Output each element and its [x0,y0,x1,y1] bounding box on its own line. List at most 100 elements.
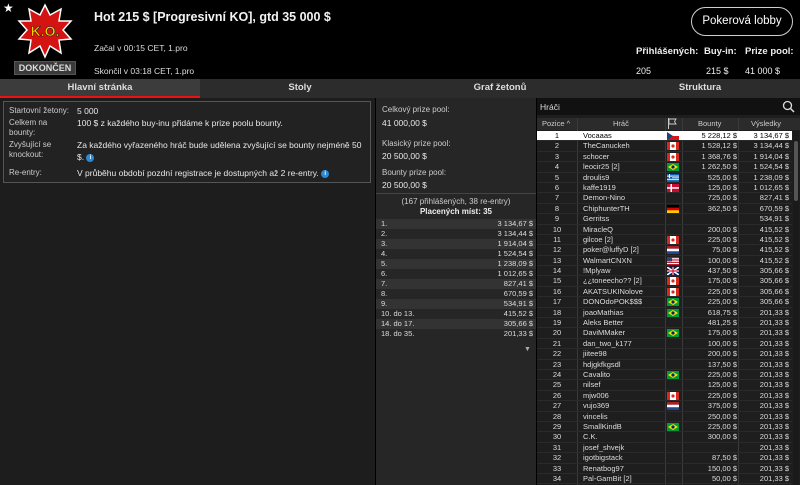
player-position: 26 [552,390,562,400]
flag-icon [667,361,679,369]
player-bounty: 525,00 $ [707,172,737,182]
player-position: 5 [554,172,560,182]
payout-row: 2. 3 134,44 $ [376,229,536,239]
payout-row: 1. 3 134,67 $ [376,219,536,229]
player-name: ¿¿toneecho?? [2] [583,276,642,286]
table-row[interactable]: 16 AKATSUKINolove 225,00 $ 305,66 $ [537,286,792,298]
table-row[interactable]: 9 Gerritss 534,91 $ [537,214,792,225]
tab-tables[interactable]: Stoly [200,79,400,98]
player-name: DaviMMaker [583,328,626,338]
player-name: Demon-Nino [583,193,626,203]
player-result: 3 134,44 $ [753,141,789,151]
player-name: Pal-GamBit [2] [583,473,632,483]
table-row[interactable]: 29 SmallKindB 225,00 $ 201,33 $ [537,422,792,433]
table-row[interactable]: 7 Demon-Nino 725,00 $ 827,41 $ [537,193,792,204]
player-position: 16 [552,286,562,296]
bounty-pool-label: Bounty prize pool: [382,168,447,177]
table-row[interactable]: 30 C.K. 300,00 $ 201,33 $ [537,432,792,443]
player-bounty: 300,00 $ [707,432,737,442]
table-row[interactable]: 1 Vocaaas 5 228,12 $ 3 134,67 $ [537,131,792,142]
player-bounty: 100,00 $ [707,255,737,265]
table-row[interactable]: 20 DaviMMaker 175,00 $ 201,33 $ [537,328,792,339]
player-result: 415,52 $ [759,255,789,265]
ca-flag-icon [667,235,679,244]
table-row[interactable]: 32 igotbigstack 87,50 $ 201,33 $ [537,453,792,464]
nl-flag-icon [667,246,679,255]
header-results[interactable]: Výsledky [751,119,781,128]
player-name: joaoMathias [583,307,624,317]
table-row[interactable]: 28 vincelis 250,00 $ 201,33 $ [537,412,792,422]
payout-place: 9. [381,299,388,308]
search-icon[interactable] [782,100,795,113]
table-row[interactable]: 33 Renatbog97 150,00 $ 201,33 $ [537,464,792,474]
table-row[interactable]: 31 josef_shvejk 201,33 $ [537,442,792,454]
table-row[interactable]: 8 ChiphunterTH 362,50 $ 670,59 $ [537,203,792,215]
player-bounty: 362,50 $ [707,203,737,213]
table-row[interactable]: 4 leocir25 [2] 1 262,50 $ 1 524,54 $ [537,162,792,173]
scroll-thumb[interactable] [794,141,798,201]
table-row[interactable]: 21 dan_two_k177 100,00 $ 201,33 $ [537,339,792,350]
player-bounty: 437,50 $ [707,266,737,276]
table-row[interactable]: 18 joaoMathias 618,75 $ 201,33 $ [537,307,792,319]
player-search-input[interactable] [540,100,780,113]
player-position: 1 [554,131,560,140]
header-position[interactable]: Pozice ^ [542,119,570,128]
player-position: 6 [554,182,560,192]
flag-icon [667,465,679,473]
player-bounty: 375,00 $ [707,401,737,411]
table-row[interactable]: 26 mjw006 225,00 $ 201,33 $ [537,390,792,402]
table-row[interactable]: 10 MiracleQ 200,00 $ 415,52 $ [537,225,792,235]
payout-row: 4. 1 524,54 $ [376,249,536,259]
table-row[interactable]: 5 droulis9 525,00 $ 1 238,09 $ [537,173,792,183]
info-icon[interactable]: i [86,153,95,162]
table-row[interactable]: 6 kaffe1919 125,00 $ 1 012,65 $ [537,182,792,194]
player-result: 201,33 $ [759,328,789,338]
table-row[interactable]: 17 DONOdoPOK$$$ 225,00 $ 305,66 $ [537,297,792,308]
table-row[interactable]: 23 hdjgkfkgsdl 137,50 $ 201,33 $ [537,360,792,370]
header-bounty[interactable]: Bounty [698,119,721,128]
poker-lobby-button[interactable]: Pokerová lobby [691,7,793,36]
player-position: 2 [554,141,560,151]
player-bounty: 1 262,50 $ [701,162,737,172]
players-scrollbar[interactable] [793,131,799,485]
flag-header-icon[interactable] [667,118,677,131]
table-row[interactable]: 27 vujo369 375,00 $ 201,33 $ [537,401,792,412]
info-value-reentry: V průběhu období pozdní registrace je do… [77,167,367,179]
table-row[interactable]: 19 Aleks Better 481,25 $ 201,33 $ [537,318,792,329]
table-row[interactable]: 2 TheCanuckeh 1 528,12 $ 3 134,44 $ [537,141,792,152]
table-row[interactable]: 11 gilcoe [2] 225,00 $ 415,52 $ [537,235,792,246]
player-name: leocir25 [2] [583,162,620,172]
star-icon[interactable]: ★ [3,1,14,15]
table-row[interactable]: 24 Cavalito 225,00 $ 201,33 $ [537,370,792,381]
table-row[interactable]: 25 nilsef 125,00 $ 201,33 $ [537,380,792,391]
flag-icon [667,215,679,223]
player-name: MiracleQ [583,224,614,234]
tab-main[interactable]: Hlavní stránka [0,79,200,98]
table-row[interactable]: 3 schocer 1 368,76 $ 1 914,04 $ [537,152,792,163]
scroll-down-icon[interactable]: ▼ [524,346,531,353]
table-row[interactable]: 13 WalmartCNXN 100,00 $ 415,52 $ [537,255,792,267]
player-position: 19 [552,318,562,328]
payout-place: 2. [381,229,388,238]
table-row[interactable]: 14 !Mplyaw 437,50 $ 305,66 $ [537,266,792,277]
player-result: 201,33 $ [759,442,789,452]
page-title: Hot 215 $ [Progresivní KO], gtd 35 000 $ [94,10,331,24]
tournament-header: ★ K.O. DOKONČEN Hot 215 $ [Progresivní K… [0,0,800,78]
info-label-bounty-total: Celkem na bounty: [9,118,48,137]
payout-row: 10. do 13. 415,52 $ [376,309,536,319]
player-result: 201,33 $ [759,380,789,390]
table-row[interactable]: 12 poker@luffyD [2] 75,00 $ 415,52 $ [537,245,792,256]
player-result: 415,52 $ [759,224,789,234]
tab-chip-graph[interactable]: Graf žetonů [400,79,600,98]
player-result: 201,33 $ [759,390,789,400]
player-name: igotbigstack [583,453,623,463]
header-player[interactable]: Hráč [613,119,629,128]
player-bounty: 150,00 $ [707,463,737,473]
table-row[interactable]: 22 jiitee98 200,00 $ 201,33 $ [537,349,792,360]
player-result: 201,33 $ [759,463,789,473]
info-icon[interactable]: i [321,169,330,178]
table-row[interactable]: 15 ¿¿toneecho?? [2] 175,00 $ 305,66 $ [537,276,792,287]
tab-structure[interactable]: Struktura [600,79,800,98]
br-flag-icon [667,298,679,307]
table-row[interactable]: 34 Pal-GamBit [2] 50,00 $ 201,33 $ [537,473,792,485]
